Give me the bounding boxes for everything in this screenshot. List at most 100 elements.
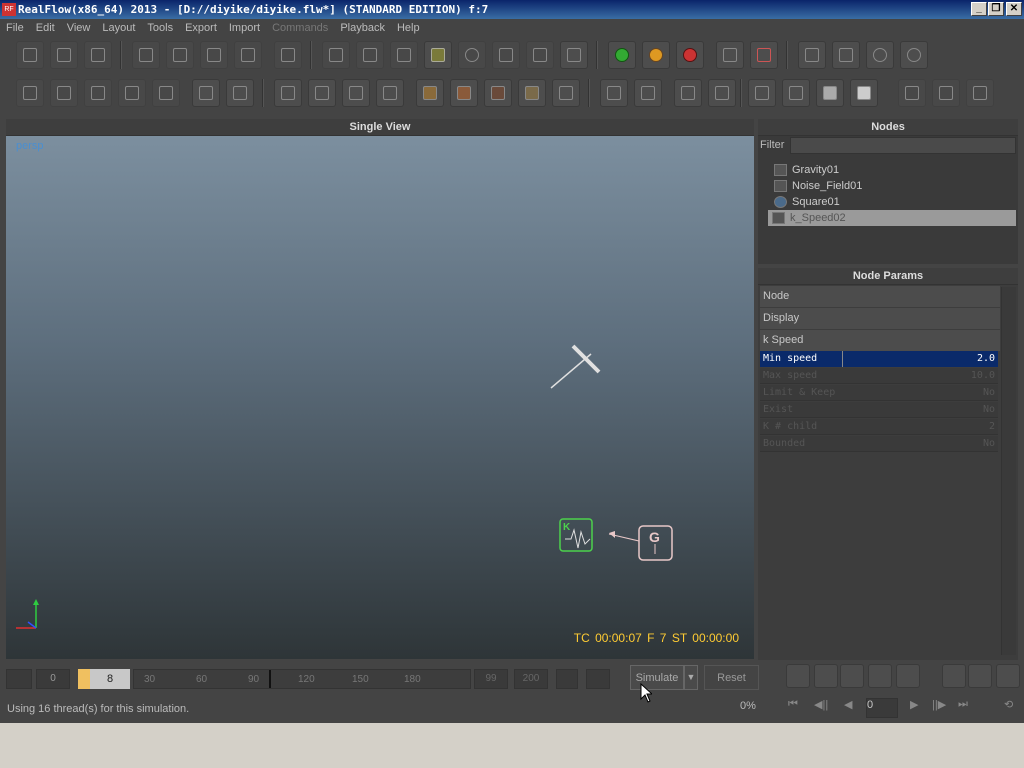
solid-cube-button[interactable] [850,79,878,107]
timeline-key-marker[interactable] [78,669,90,689]
last-frame-button[interactable]: ⏭ [958,698,968,711]
export-cache-red-button[interactable] [750,41,778,69]
playhead[interactable] [269,670,271,688]
tool-cube-open-button[interactable] [192,79,220,107]
param-bounded[interactable]: Bounded No [760,436,998,452]
timeline-key-button[interactable] [586,669,610,689]
wire-mode-button[interactable] [786,664,810,688]
notes-button[interactable] [342,79,370,107]
box-a-button[interactable] [416,79,444,107]
node-item-square01[interactable]: Square01 [770,194,1018,210]
gizmo-b-button[interactable] [634,79,662,107]
menu-file[interactable]: File [0,19,30,37]
close-button[interactable]: ✕ [1006,2,1022,16]
menu-tools[interactable]: Tools [141,19,179,37]
filter-input[interactable] [790,137,1016,154]
app-icon[interactable]: RF [2,3,16,16]
frame-input[interactable]: 0 [866,698,898,718]
node-item-k-speed02[interactable]: k_Speed02 [768,210,1016,226]
node-item-noise-field01[interactable]: Noise_Field01 [770,178,1018,194]
minimize-button[interactable]: _ [971,2,987,16]
batch-script-button[interactable] [832,41,860,69]
tool-cut-button[interactable] [118,79,146,107]
move-tool-button[interactable] [166,41,194,69]
end-frame-field[interactable]: 99 [474,669,508,689]
section-k-speed[interactable]: k Speed [760,330,1000,351]
next-key-button[interactable]: ||▶ [932,698,946,711]
wave-button[interactable] [526,41,554,69]
param-max-speed[interactable]: Max speed 10.0 [760,368,998,384]
next-frame-button[interactable]: ▶ [910,698,918,711]
prev-key-button[interactable]: ◀|| [814,698,828,711]
particle-a-button[interactable] [868,664,892,688]
box-d-button[interactable] [518,79,546,107]
param-limit-keep[interactable]: Limit & Keep No [760,385,998,401]
graph-editor-button[interactable] [274,79,302,107]
simulate-button[interactable]: Simulate [630,665,684,690]
tool-paint-button[interactable] [152,79,180,107]
particles-button[interactable] [356,41,384,69]
open-scene-button[interactable] [50,41,78,69]
param-exist[interactable]: Exist No [760,402,998,418]
fire-button[interactable] [932,79,960,107]
tool-edit-button[interactable] [84,79,112,107]
step-forward-button[interactable] [968,664,992,688]
gizmo-c-button[interactable] [674,79,702,107]
rigid-body-button[interactable] [560,41,588,69]
box-b-button[interactable] [450,79,478,107]
menu-export[interactable]: Export [179,19,223,37]
timeline-ruler[interactable]: 30 60 90 120 150 180 [133,669,471,689]
object-button[interactable] [424,41,452,69]
tool-clipboard-button[interactable] [16,79,44,107]
particle-b-button[interactable] [896,664,920,688]
timeline-fit-button[interactable] [556,669,578,689]
daemon-button[interactable] [390,41,418,69]
first-frame-button[interactable]: ⏮ [788,698,798,711]
menu-commands[interactable]: Commands [266,19,334,37]
sim-green-button[interactable] [608,41,636,69]
eye-icon[interactable] [840,664,864,688]
tool-cube-cut-button[interactable] [226,79,254,107]
params-scrollbar[interactable] [1001,287,1016,655]
tools-button[interactable] [996,664,1020,688]
export-cache-button[interactable] [716,41,744,69]
menu-edit[interactable]: Edit [30,19,61,37]
camera-button[interactable] [492,41,520,69]
mesh-button[interactable] [458,41,486,69]
prev-frame-button[interactable]: ◀ [844,698,852,711]
tool-add-button[interactable] [50,79,78,107]
link-tool-button[interactable] [274,41,302,69]
timeline-menu-button[interactable] [6,669,32,689]
sim-yellow-button[interactable] [642,41,670,69]
menu-help[interactable]: Help [391,19,426,37]
box-c-button[interactable] [484,79,512,107]
sim-red-button[interactable] [676,41,704,69]
edit-mode-button[interactable] [814,664,838,688]
param-k-child[interactable]: K # child 2 [760,419,998,435]
loop-button[interactable]: ⟲ [1004,698,1013,711]
flat-cube-button[interactable] [782,79,810,107]
current-frame-field[interactable]: 8 [90,669,130,689]
menu-layout[interactable]: Layout [96,19,141,37]
max-frame-field[interactable]: 200 [514,669,548,689]
reset-button[interactable]: Reset [704,665,759,690]
node-item-gravity01[interactable]: Gravity01 [770,162,1018,178]
menu-playback[interactable]: Playback [334,19,391,37]
grid-button[interactable] [376,79,404,107]
refresh-button[interactable] [900,41,928,69]
menu-view[interactable]: View [61,19,97,37]
maximize-button[interactable]: ❐ [988,2,1004,16]
curve-button[interactable] [308,79,336,107]
3d-viewport[interactable]: persp K G TC 00:00:07 F 7 ST 00:00:00 [6,136,754,659]
hourglass-button[interactable] [552,79,580,107]
section-display[interactable]: Display [760,308,1000,329]
new-scene-button[interactable] [16,41,44,69]
param-min-speed[interactable]: Min speed 2.0 [760,351,998,367]
simulate-dropdown-icon[interactable]: ▼ [684,665,698,690]
gizmo-a-button[interactable] [600,79,628,107]
save-scene-button[interactable] [84,41,112,69]
emitter-button[interactable] [322,41,350,69]
rotate-tool-button[interactable] [200,41,228,69]
script-button[interactable] [798,41,826,69]
wire-cube-button[interactable] [748,79,776,107]
